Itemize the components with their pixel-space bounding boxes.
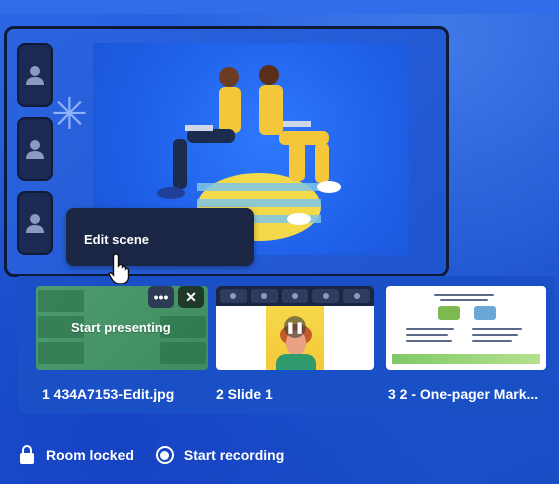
edit-scene-tooltip[interactable]: Edit scene: [66, 208, 254, 266]
avatar-icon: [250, 289, 278, 303]
avatar-bar: [216, 286, 374, 306]
close-icon[interactable]: ✕: [178, 286, 204, 308]
pause-icon[interactable]: ❚❚: [284, 316, 306, 338]
avatar-slot-2[interactable]: [17, 117, 53, 181]
avatar-icon: [312, 289, 340, 303]
lock-icon: [20, 445, 34, 464]
avatar-icon: [26, 214, 44, 233]
slide-thumb-2[interactable]: ❚❚: [216, 286, 374, 370]
top-band: [0, 0, 559, 14]
start-recording-label: Start recording: [183, 447, 285, 463]
more-options-button[interactable]: •••: [148, 286, 174, 308]
tooltip-label: Edit scene: [84, 232, 150, 247]
record-icon: [155, 446, 174, 464]
avatar-slot-3[interactable]: [17, 191, 53, 255]
thumbs-up-icon: [438, 306, 460, 320]
slide-label-1[interactable]: 1 434A7153-Edit.jpg: [42, 386, 174, 402]
bottom-bar: Room locked Start recording: [18, 440, 284, 470]
avatar-icon: [343, 289, 370, 303]
room-locked-toggle[interactable]: Room locked: [18, 445, 134, 465]
slide-thumb-1[interactable]: ••• ✕ Start presenting: [36, 286, 208, 370]
avatar-slot-1[interactable]: [17, 43, 53, 107]
room-locked-label: Room locked: [46, 447, 134, 463]
start-presenting-label[interactable]: Start presenting: [71, 320, 171, 335]
cursor-hand-icon: [108, 253, 130, 284]
slide-label-2[interactable]: 2 Slide 1: [216, 386, 273, 402]
thumbs-down-icon: [474, 306, 496, 320]
slide-thumb-3[interactable]: [386, 286, 546, 370]
avatar-icon: [281, 289, 309, 303]
start-recording-button[interactable]: Start recording: [155, 446, 285, 464]
avatar-icon: [26, 140, 44, 159]
sparkle-icon: ✳: [51, 90, 88, 139]
avatar-icon: [220, 289, 247, 303]
avatar-icon: [26, 66, 44, 85]
slide-label-3[interactable]: 3 2 - One-pager Mark...: [388, 386, 538, 402]
